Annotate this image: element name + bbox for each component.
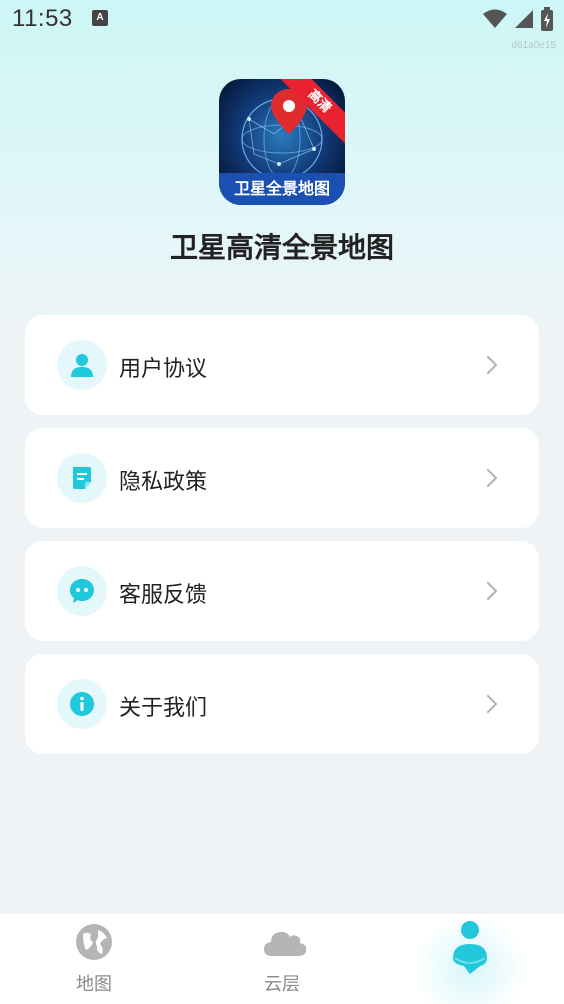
signal-icon	[515, 10, 533, 28]
settings-menu: 用户协议 隐私政策 客服反馈 关于我们	[25, 315, 539, 767]
nav-label: 地图	[76, 974, 112, 995]
status-bar: 11:53 A	[0, 0, 564, 40]
menu-item-privacy-policy[interactable]: 隐私政策	[25, 428, 539, 528]
user-icon	[57, 340, 107, 390]
info-icon	[57, 679, 107, 729]
menu-item-label: 关于我们	[119, 696, 208, 721]
bottom-nav: 地图 云层	[0, 914, 564, 1004]
menu-item-user-agreement[interactable]: 用户协议	[25, 315, 539, 415]
menu-item-customer-feedback[interactable]: 客服反馈	[25, 541, 539, 641]
chat-icon	[57, 566, 107, 616]
status-indicators	[482, 6, 554, 32]
nav-label: 云层	[264, 974, 300, 995]
chevron-right-icon	[486, 355, 498, 375]
menu-item-label: 客服反馈	[119, 583, 208, 608]
menu-item-label: 用户协议	[119, 357, 208, 382]
profile-icon	[453, 921, 487, 974]
menu-item-label: 隐私政策	[119, 470, 208, 495]
battery-icon	[541, 7, 553, 31]
globe-icon	[76, 924, 112, 960]
cloud-icon	[264, 931, 306, 956]
logo-caption: 卫星全景地图	[219, 173, 345, 205]
chevron-right-icon	[486, 468, 498, 488]
nav-tab-profile[interactable]	[376, 914, 564, 1004]
chevron-right-icon	[486, 581, 498, 601]
app-title: 卫星高清全景地图	[169, 231, 394, 264]
nav-tab-map[interactable]: 地图	[0, 914, 188, 1004]
wifi-icon	[483, 9, 507, 28]
build-id: d61a0e15	[511, 40, 557, 51]
menu-item-about-us[interactable]: 关于我们	[25, 654, 539, 754]
notification-icon: A	[92, 10, 108, 26]
status-time: 11:53	[12, 5, 73, 32]
chevron-right-icon	[486, 694, 498, 714]
document-icon	[57, 453, 107, 503]
nav-tab-clouds[interactable]: 云层	[188, 914, 376, 1004]
app-logo: 高清 卫星全景地图	[219, 79, 345, 205]
